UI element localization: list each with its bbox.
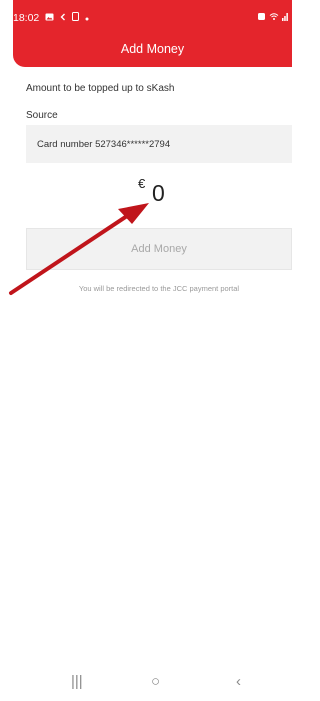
home-button[interactable]: ○ — [151, 673, 160, 690]
screen: Add Money 18:02 Amount to be topped up t… — [0, 0, 292, 701]
annotation-arrow-shaft — [9, 212, 132, 295]
annotation-arrow — [9, 203, 149, 295]
recent-apps-button[interactable]: ||| — [71, 673, 83, 690]
system-nav-bar: ||| ○ ‹ — [0, 665, 292, 701]
back-button[interactable]: ‹ — [236, 673, 241, 690]
